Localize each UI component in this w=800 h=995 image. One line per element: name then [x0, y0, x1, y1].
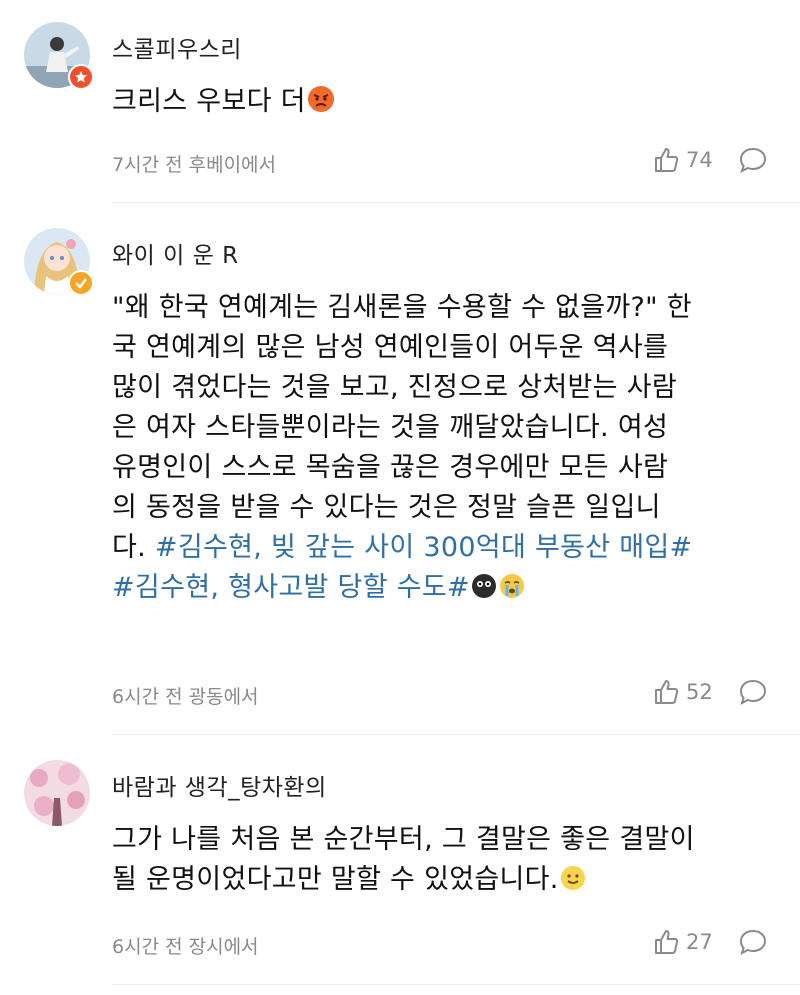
- angry-face-emoji-icon: [306, 84, 336, 126]
- vip-badge-icon: [68, 64, 94, 90]
- comment-text-line: 될 운명이었다고만 말할 수 있었습니다.: [112, 860, 760, 904]
- divider: [112, 734, 800, 735]
- divider: [112, 202, 800, 203]
- crying-face-emoji-icon: [498, 572, 526, 612]
- comment-username[interactable]: 와이 이 운 R: [112, 236, 239, 270]
- comment-text-line: 의 동정을 받을 수 있다는 것은 정말 슬픈 일입니: [112, 492, 661, 523]
- comment-meta: 6시간 전 광동에서: [112, 686, 259, 708]
- avatar[interactable]: [24, 22, 94, 90]
- like-button[interactable]: 27: [652, 928, 713, 956]
- reply-button[interactable]: [738, 146, 768, 178]
- comment-bubble-icon: [739, 679, 767, 705]
- comment-text-line: 유명인이 스스로 목숨을 끊은 경우에만 모든 사람: [112, 452, 669, 483]
- comment-bubble-icon: [739, 929, 767, 955]
- comment-text-line: #김수현, 형사고발 당할 수도#: [112, 568, 760, 612]
- reply-button[interactable]: [738, 928, 768, 960]
- comment-text-line: 다. #김수현, 빚 갚는 사이 300억대 부동산 매입#: [112, 528, 760, 568]
- comment-meta: 6시간 전 장시에서: [112, 936, 259, 958]
- comment-text-content: 될 운명이었다고만 말할 수 있었습니다.: [112, 864, 559, 895]
- comment-text-tail: 다.: [112, 532, 147, 563]
- like-count: 52: [686, 680, 713, 704]
- reply-button[interactable]: [738, 678, 768, 710]
- comment-meta: 7시간 전 후베이에서: [112, 154, 277, 176]
- comment-username[interactable]: 스콜피우스리: [112, 30, 242, 64]
- verified-badge-icon: [68, 270, 94, 296]
- comment-text: 크리스 우보다 더: [112, 82, 760, 126]
- like-count: 74: [686, 148, 713, 172]
- avatar[interactable]: [24, 228, 94, 296]
- thumbs-up-icon: [655, 680, 679, 704]
- hashtag-link[interactable]: #김수현, 빚 갚는 사이 300억대 부동산 매입#: [155, 532, 693, 563]
- divider: [112, 984, 800, 985]
- smile-emoji-icon: [559, 864, 587, 904]
- like-count: 27: [686, 930, 713, 954]
- comment-text: 그가 나를 처음 본 순간부터, 그 결말은 좋은 결말이 될 운명이었다고만 …: [112, 820, 760, 904]
- comment-bubble-icon: [739, 147, 767, 173]
- like-button[interactable]: 52: [652, 678, 713, 706]
- comment-text-line: 국 연예계의 많은 남성 연예인들이 어두운 역사를: [112, 332, 669, 363]
- comment-text-content: 크리스 우보다 더: [112, 86, 306, 117]
- comment-text-line: 은 여자 스타들뿐이라는 것을 깨달았습니다. 여성: [112, 412, 669, 443]
- hashtag-link[interactable]: #김수현, 형사고발 당할 수도#: [112, 572, 470, 603]
- dark-face-emoji-icon: [470, 572, 498, 612]
- comment-text-line: 그가 나를 처음 본 순간부터, 그 결말은 좋은 결말이: [112, 824, 695, 855]
- thumbs-up-icon: [655, 930, 679, 954]
- like-button[interactable]: 74: [652, 146, 713, 174]
- comment-username[interactable]: 바람과 생각_탕차환의: [112, 768, 327, 802]
- thumbs-up-icon: [655, 148, 679, 172]
- comment-text: "왜 한국 연예계는 김새론을 수용할 수 없을까?" 한 국 연예계의 많은 …: [112, 288, 760, 612]
- blossom-avatar-icon: [24, 760, 90, 826]
- avatar[interactable]: [24, 760, 90, 826]
- comment-text-line: "왜 한국 연예계는 김새론을 수용할 수 없을까?" 한: [112, 292, 692, 323]
- comment-text-line: 많이 겪었다는 것을 보고, 진정으로 상처받는 사람: [112, 372, 677, 403]
